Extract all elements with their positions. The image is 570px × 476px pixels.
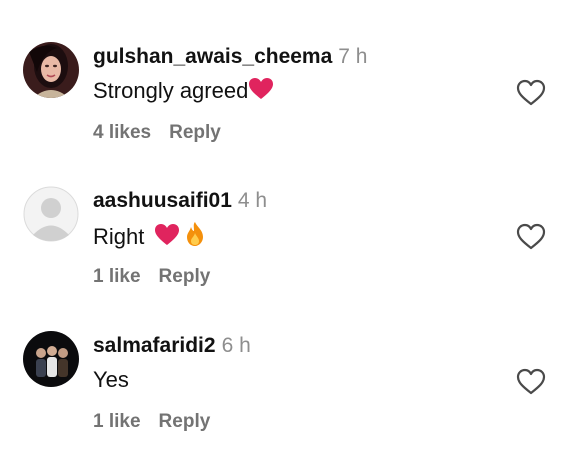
reply-button[interactable]: Reply (159, 266, 211, 287)
timestamp: 6 h (221, 334, 251, 357)
comment-text: Strongly agreed (93, 77, 274, 108)
avatar[interactable] (23, 42, 79, 98)
heart-outline-icon[interactable] (516, 368, 546, 396)
username[interactable]: aashuusaifi01 (93, 189, 232, 212)
comment-text-body: Yes (93, 367, 129, 392)
timestamp: 4 h (237, 189, 268, 212)
comment-header: salmafaridi2 6 h (93, 333, 251, 359)
likes-count[interactable]: 4 likes (93, 122, 151, 143)
heart-outline-icon[interactable] (516, 223, 546, 251)
comment-text: Yes (93, 366, 129, 394)
red-heart-emoji (154, 223, 180, 254)
comment-actions: 1 like Reply (93, 265, 210, 289)
timestamp: 7 h (338, 45, 368, 68)
comment-item: aashuusaifi01 4 h Right 1 like Reply (0, 186, 570, 316)
red-heart-emoji (248, 77, 274, 108)
comment-text-body: Right (93, 224, 145, 249)
comment-item: salmafaridi2 6 h Yes 1 like Reply (0, 331, 570, 461)
fire-emoji (184, 221, 206, 254)
likes-count[interactable]: 1 like (93, 266, 141, 287)
comment-text: Right (93, 221, 206, 254)
likes-count[interactable]: 1 like (93, 411, 141, 432)
reply-button[interactable]: Reply (159, 411, 211, 432)
comment-actions: 1 like Reply (93, 410, 210, 434)
comment-text-body: Strongly agreed (93, 78, 249, 103)
comment-header: aashuusaifi01 4 h (93, 188, 267, 214)
comment-item: gulshan_awais_cheema 7 h Strongly agreed … (0, 42, 570, 172)
comment-header: gulshan_awais_cheema 7 h (93, 44, 368, 70)
username[interactable]: gulshan_awais_cheema (93, 45, 332, 68)
default-avatar-icon (23, 186, 79, 242)
heart-outline-icon[interactable] (516, 79, 546, 107)
reply-button[interactable]: Reply (169, 122, 221, 143)
comment-actions: 4 likes Reply (93, 121, 221, 145)
avatar[interactable] (23, 331, 79, 387)
avatar[interactable] (23, 186, 79, 242)
username[interactable]: salmafaridi2 (93, 334, 216, 357)
